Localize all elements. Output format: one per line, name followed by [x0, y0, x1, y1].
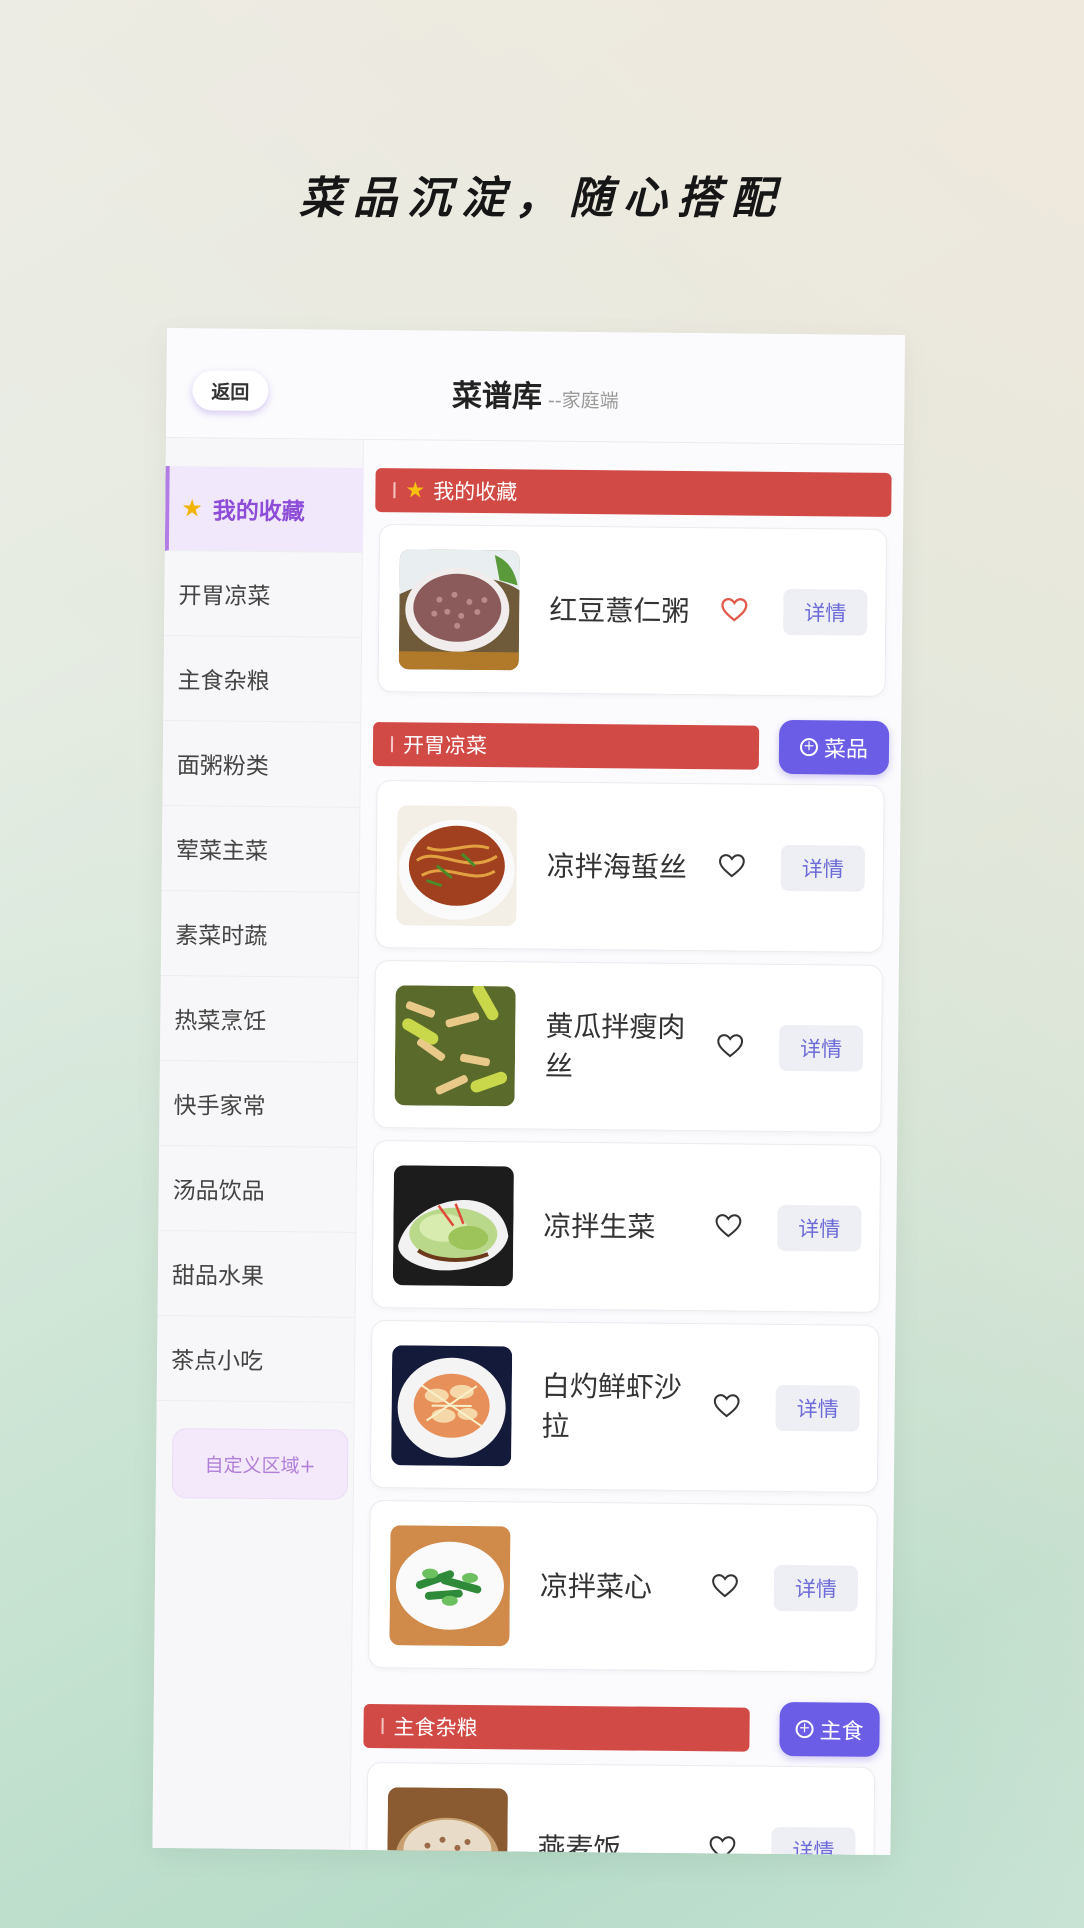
recipe-list: ★ 我的收藏 红豆薏仁粥 详情 开胃凉菜 + 菜品 凉拌海蜇丝 详情 黄瓜拌瘦肉… — [350, 440, 904, 1856]
section-header-staples: 主食杂粮 — [363, 1703, 750, 1752]
dish-name: 凉拌海蜇丝 — [546, 849, 688, 885]
sidebar-item-meat-dishes[interactable]: 荤菜主菜 — [161, 805, 361, 893]
app-screen: 返回 菜谱库 --家庭端 ★ 我的收藏 开胃凉菜 主食杂粮 面粥粉类 荤菜主菜 素… — [152, 328, 905, 1856]
heart-icon[interactable] — [712, 1390, 742, 1420]
plus-circle-icon: + — [795, 1720, 814, 1739]
dish-photo — [392, 1165, 514, 1287]
sidebar-item-hot-dishes[interactable]: 热菜烹饪 — [159, 975, 359, 1063]
sidebar-item-desserts-fruit[interactable]: 甜品水果 — [157, 1230, 357, 1318]
sidebar-item-label: 甜品水果 — [171, 1263, 265, 1290]
page-subtitle: --家庭端 — [547, 389, 619, 413]
star-icon: ★ — [405, 477, 426, 503]
section-title: 我的收藏 — [433, 479, 518, 505]
sidebar-item-label: 快手家常 — [173, 1093, 266, 1120]
recipe-card[interactable]: 黄瓜拌瘦肉丝 详情 — [373, 960, 883, 1133]
heart-icon[interactable] — [713, 1210, 743, 1240]
dish-name: 白灼鲜虾沙拉 — [541, 1369, 683, 1443]
add-dish-button[interactable]: + 菜品 — [778, 719, 890, 775]
sidebar-item-label: 汤品饮品 — [172, 1178, 265, 1205]
sidebar-item-label: 荤菜主菜 — [175, 838, 269, 865]
detail-button[interactable]: 详情 — [775, 1384, 860, 1432]
sidebar-item-cold-dishes[interactable]: 开胃凉菜 — [164, 550, 363, 638]
detail-button[interactable]: 详情 — [777, 1204, 862, 1252]
sidebar-item-staples[interactable]: 主食杂粮 — [163, 635, 363, 723]
sidebar-item-favorites[interactable]: ★ 我的收藏 — [164, 465, 364, 553]
sidebar-item-soups-drinks[interactable]: 汤品饮品 — [158, 1145, 358, 1233]
sidebar-item-quick-home[interactable]: 快手家常 — [159, 1060, 358, 1148]
dish-name: 燕麦饭 — [537, 1831, 622, 1856]
add-staple-button[interactable]: + 主食 — [779, 1701, 880, 1757]
dish-photo — [394, 985, 516, 1107]
recipe-card[interactable]: 凉拌海蜇丝 详情 — [375, 780, 885, 953]
sidebar-item-noodles-congee[interactable]: 面粥粉类 — [162, 720, 362, 808]
detail-button[interactable]: 详情 — [771, 1826, 856, 1856]
heart-icon[interactable] — [715, 1030, 745, 1060]
section-title: 主食杂粮 — [393, 1715, 478, 1741]
promo-tagline: 菜品沉淀，随心搭配 — [299, 173, 785, 224]
sidebar-item-vegetables[interactable]: 素菜时蔬 — [160, 890, 360, 978]
section-title: 开胃凉菜 — [402, 733, 488, 759]
app-header: 返回 菜谱库 --家庭端 — [165, 328, 905, 446]
recipe-card[interactable]: 红豆薏仁粥 详情 — [377, 524, 888, 697]
sidebar-item-label: 素菜时蔬 — [175, 923, 268, 950]
recipe-card[interactable]: 凉拌菜心 详情 — [368, 1500, 878, 1673]
dish-name: 凉拌生菜 — [543, 1209, 656, 1244]
page-title: 菜谱库 — [451, 378, 543, 415]
sidebar-item-label: 面粥粉类 — [176, 753, 269, 780]
dish-photo — [391, 1345, 513, 1467]
custom-area-button[interactable]: 自定义区域+ — [171, 1428, 349, 1500]
sidebar-item-label: 我的收藏 — [212, 498, 305, 526]
page-title-group: 菜谱库 --家庭端 — [166, 368, 904, 419]
dish-name: 红豆薏仁粥 — [549, 593, 690, 629]
detail-button[interactable]: 详情 — [780, 844, 866, 892]
dish-photo — [398, 549, 520, 671]
section-header-favorites: ★ 我的收藏 — [375, 468, 892, 517]
dish-name: 黄瓜拌瘦肉丝 — [544, 1009, 686, 1083]
recipe-card[interactable]: 燕麦饭 详情 — [365, 1761, 876, 1856]
heart-icon[interactable] — [719, 594, 749, 624]
detail-button[interactable]: 详情 — [778, 1024, 864, 1072]
heart-icon[interactable] — [710, 1570, 740, 1600]
recipe-card[interactable]: 白灼鲜虾沙拉 详情 — [369, 1320, 880, 1493]
plus-circle-icon: + — [799, 738, 819, 757]
detail-button[interactable]: 详情 — [773, 1564, 859, 1612]
dish-photo — [396, 805, 518, 927]
sidebar-item-label: 热菜烹饪 — [174, 1008, 267, 1035]
section-header-cold-dishes: 开胃凉菜 — [372, 721, 760, 770]
heart-icon[interactable] — [717, 850, 747, 880]
dish-photo — [389, 1525, 511, 1647]
dish-name: 凉拌菜心 — [539, 1569, 653, 1604]
heart-icon[interactable] — [707, 1832, 737, 1856]
sidebar-item-snacks[interactable]: 茶点小吃 — [156, 1315, 356, 1403]
star-icon: ★ — [181, 494, 203, 523]
sidebar-item-label: 主食杂粮 — [177, 668, 270, 696]
recipe-card[interactable]: 凉拌生菜 详情 — [371, 1140, 882, 1313]
sidebar-item-label: 茶点小吃 — [170, 1348, 264, 1375]
category-sidebar: ★ 我的收藏 开胃凉菜 主食杂粮 面粥粉类 荤菜主菜 素菜时蔬 热菜烹饪 快手家… — [152, 437, 364, 1850]
detail-button[interactable]: 详情 — [783, 588, 868, 636]
dish-photo — [386, 1787, 508, 1856]
sidebar-item-label: 开胃凉菜 — [178, 583, 271, 611]
